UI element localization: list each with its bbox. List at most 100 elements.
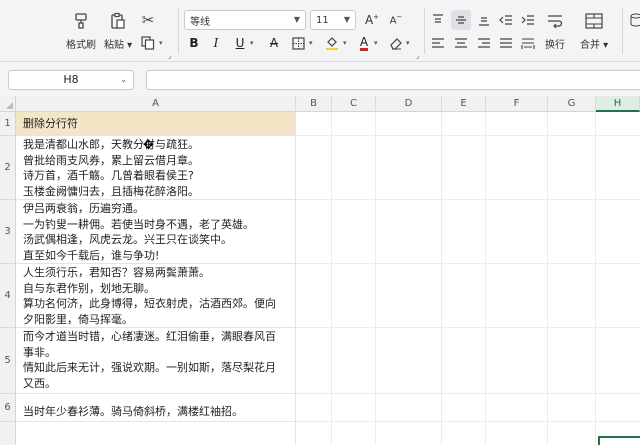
cut-button[interactable]: ✂ [138,10,158,30]
cell-text-line: 当时年少春衫薄。骑马倚斜桥，满楼红袖招。 [23,405,243,418]
clear-format-button[interactable] [386,33,406,53]
cell-text-line: 夕阳影里，倚马挥毫。 [23,312,133,326]
align-right-button[interactable] [474,33,494,53]
cell-text-line: 曾批给雨支风券，累上留云借月章。 [23,153,199,167]
bold-button[interactable]: B [184,33,204,53]
chevron-down-icon: ▼ [293,15,300,24]
cell-text-line: 事非。 [23,345,56,359]
border-button[interactable] [288,33,308,53]
italic-icon: I [213,36,219,50]
selected-cell-h8[interactable] [598,436,640,445]
border-icon [291,36,305,50]
italic-button[interactable]: I [206,33,226,53]
row-header-next[interactable] [0,422,16,445]
font-color-button[interactable]: A [354,33,374,53]
cell-text-line: 诗万首，酒千觞。几曾着眼看侯王? [23,169,194,182]
increase-indent-button[interactable] [518,10,538,30]
cell-a5[interactable]: 而今才道当时错，心绪凄迷。红泪偷垂，满眼春风百 事非。 情知此后来无计，强说欢期… [16,328,296,394]
font-name-select[interactable]: 等线 ▼ [184,10,306,30]
column-header-h[interactable]: H [596,96,640,112]
cell-text-line: 一为钓叟一耕佣。若使当时身不遇，老了英雄。 [23,217,254,231]
clear-dropdown-icon[interactable]: ▾ [406,39,410,47]
column-header-b[interactable]: B [296,96,332,112]
decrease-font-icon: A− [389,13,403,27]
underline-dropdown-icon[interactable]: ▾ [250,39,254,47]
database-icon[interactable] [626,10,640,30]
cell-a2[interactable]: 我是清都山水郎，天教分付与疏狂。 曾批给雨支风券，累上留云借月章。 诗万首，酒千… [16,136,296,200]
column-header-d[interactable]: D [376,96,442,112]
paste-button[interactable]: 粘贴 ▾ [104,10,132,51]
copy-dropdown-chevron-icon[interactable]: ▾ [159,39,163,47]
cell-text-line: 删除分行符 [23,117,78,130]
cell-text-line: 伊吕两衰翁，历遍穷通。 [23,202,144,215]
eraser-icon [390,38,402,50]
format-painter-icon [70,10,92,32]
row-header-3[interactable]: 3 [0,200,16,264]
cell-text-line: 玉楼金阙慵归去，且插梅花醉洛阳。 [23,184,199,198]
name-box[interactable]: H8 ⌄ [8,70,134,90]
ribbon-toolbar: 格式刷 粘贴 ▾ ✂ ▾ ⌟ 等线 ▼ 11 ▼ A+ A− B I U ▾ A… [0,0,640,62]
font-color-icon: A [359,34,369,51]
row-header-6[interactable]: 6 [0,394,16,422]
row-header-1[interactable]: 1 [0,112,16,136]
align-center-button[interactable] [451,33,471,53]
row-header-5[interactable]: 5 [0,328,16,394]
font-size-select[interactable]: 11 ▼ [310,10,356,30]
column-header-g[interactable]: G [548,96,596,112]
align-middle-button[interactable] [451,10,471,30]
row-header-4[interactable]: 4 [0,264,16,328]
column-header-f[interactable]: F [486,96,548,112]
underline-icon: U [235,36,245,50]
distributed-button[interactable] [518,33,538,53]
align-left-button[interactable] [428,33,448,53]
cell-a6[interactable]: 当时年少春衫薄。骑马倚斜桥，满楼红袖招。 [16,394,296,422]
formula-input[interactable] [146,70,640,90]
underline-button[interactable]: U [230,33,250,53]
font-color-dropdown-icon[interactable]: ▾ [374,39,378,47]
cell-a7[interactable] [16,422,296,445]
cell-text-line: 而今才道当时错，心绪凄迷。红泪偷垂，满眼春风百 [23,330,276,343]
cell-text-line: 我是清都山水郎，天教分付与疏狂。 [23,138,199,151]
column-header-e[interactable]: E [442,96,486,112]
cell-text-line: 人生须行乐，君知否？容易两鬓萧萧。 [23,266,210,279]
increase-font-button[interactable]: A+ [362,10,382,30]
border-dropdown-icon[interactable]: ▾ [309,39,313,47]
align-top-button[interactable] [428,10,448,30]
scissors-icon: ✂ [141,11,155,29]
format-painter-button[interactable]: 格式刷 [66,10,96,51]
wrap-text-button[interactable]: 换行 [544,10,566,51]
align-middle-icon [456,16,466,24]
clipboard-launcher-icon[interactable]: ⌟ [168,52,171,60]
increase-font-icon: A+ [364,13,380,27]
chevron-down-icon: ▼ [343,15,350,24]
format-painter-label: 格式刷 [66,40,96,51]
select-all-corner[interactable] [0,96,16,112]
cell-a4[interactable]: 人生须行乐，君知否？容易两鬓萧萧。 自与东君作别，划地无聊。 算功名何济，此身博… [16,264,296,328]
decrease-indent-button[interactable] [496,10,516,30]
increase-indent-icon [521,15,534,25]
column-header-c[interactable]: C [332,96,376,112]
paint-bucket-icon [326,37,338,50]
align-bottom-button[interactable] [474,10,494,30]
chevron-down-icon: ⌄ [120,75,127,84]
cell-a3[interactable]: 伊吕两衰翁，历遍穷通。 一为钓叟一耕佣。若使当时身不遇，老了英雄。 汤武偶相逢，… [16,200,296,264]
fill-color-dropdown-icon[interactable]: ▾ [343,39,347,47]
font-name-value: 等线 [190,16,210,28]
column-header-a[interactable]: A [16,96,296,112]
paste-icon [107,10,129,32]
row-header-2[interactable]: 2 [0,136,16,200]
merge-button[interactable]: 合并 ▾ [580,10,608,51]
copy-button[interactable] [138,33,158,53]
spreadsheet-grid: A B C D E F G H 1 删除分行符 2 我是清都山水郎，天教分付与疏… [0,96,640,445]
justify-button[interactable] [496,33,516,53]
align-bottom-icon [479,17,489,26]
name-box-value: H8 [63,73,79,86]
strikethrough-button[interactable]: A [264,33,284,53]
align-center-icon [455,38,467,48]
font-launcher-icon[interactable]: ⌟ [416,52,419,60]
cell-a1[interactable]: 删除分行符 [16,112,296,136]
cell-text-line: 算功名何济，此身博得，短衣射虎，沽酒西郊。便向 [23,297,276,310]
wrap-text-label: 换行 [545,40,565,51]
decrease-font-button[interactable]: A− [386,10,406,30]
fill-color-button[interactable] [322,33,342,53]
